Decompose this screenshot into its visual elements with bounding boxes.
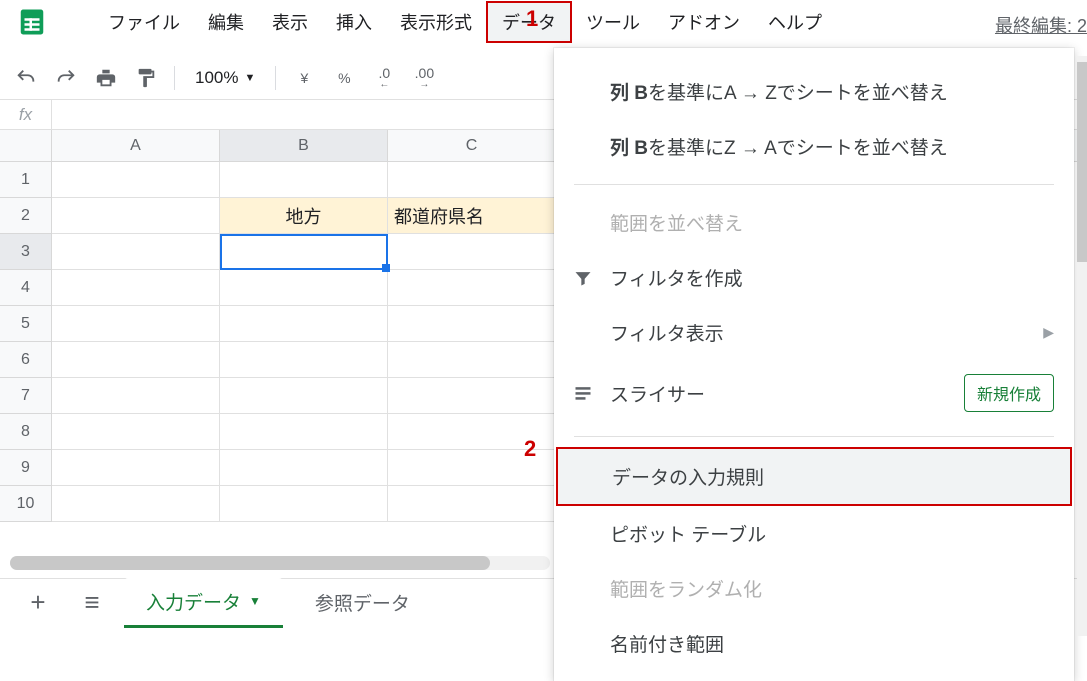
- cell-c2[interactable]: 都道府県名: [388, 198, 556, 234]
- cell-b4[interactable]: [220, 270, 388, 306]
- row-header-7[interactable]: 7: [0, 378, 51, 414]
- cell-b10[interactable]: [220, 486, 388, 522]
- increase-decimal-button[interactable]: .00→: [406, 60, 442, 96]
- annotation-1: 1: [526, 6, 538, 32]
- new-badge: 新規作成: [964, 374, 1054, 412]
- cell-a7[interactable]: [52, 378, 220, 414]
- row-header-10[interactable]: 10: [0, 486, 51, 522]
- row-header-3[interactable]: 3: [0, 234, 51, 270]
- cell-c7[interactable]: [388, 378, 556, 414]
- cell-a10[interactable]: [52, 486, 220, 522]
- menu-pivot-table[interactable]: ピボット テーブル: [554, 506, 1074, 561]
- col-header-c[interactable]: C: [388, 130, 556, 161]
- cell-a1[interactable]: [52, 162, 220, 198]
- annotation-2: 2: [524, 436, 536, 462]
- cell-b5[interactable]: [220, 306, 388, 342]
- menu-sort-range: 範囲を並べ替え: [554, 195, 1074, 250]
- cell-a8[interactable]: [52, 414, 220, 450]
- decrease-decimal-button[interactable]: .0←: [366, 60, 402, 96]
- cell-c10[interactable]: [388, 486, 556, 522]
- add-sheet-button[interactable]: +: [16, 581, 60, 625]
- cell-c5[interactable]: [388, 306, 556, 342]
- cell-c6[interactable]: [388, 342, 556, 378]
- tab-dropdown-icon[interactable]: ▼: [249, 594, 261, 608]
- filter-icon: [572, 267, 594, 289]
- menu-randomize-range: 範囲をランダム化: [554, 561, 1074, 616]
- all-sheets-button[interactable]: ≡: [70, 581, 114, 625]
- row-header-9[interactable]: 9: [0, 450, 51, 486]
- menu-slicer[interactable]: スライサー 新規作成: [554, 360, 1074, 426]
- print-button[interactable]: [88, 60, 124, 96]
- row-header-6[interactable]: 6: [0, 342, 51, 378]
- zoom-dropdown[interactable]: 100%▼: [185, 68, 265, 88]
- cell-a2[interactable]: [52, 198, 220, 234]
- menu-bar: ファイル 編集 表示 挿入 表示形式 データ ツール アドオン ヘルプ: [94, 1, 836, 43]
- undo-button[interactable]: [8, 60, 44, 96]
- cell-b7[interactable]: [220, 378, 388, 414]
- dropdown-scrollbar[interactable]: [1077, 56, 1087, 636]
- data-menu-dropdown: 列 B を基準にA → Zでシートを並べ替え 列 B を基準にZ → Aでシート…: [554, 48, 1074, 681]
- submenu-arrow-icon: ▶: [1043, 324, 1054, 341]
- paint-format-button[interactable]: [128, 60, 164, 96]
- menu-sort-az[interactable]: 列 B を基準にA → Zでシートを並べ替え: [554, 64, 1074, 119]
- row-header-5[interactable]: 5: [0, 306, 51, 342]
- selection-handle[interactable]: [382, 264, 390, 272]
- menu-insert[interactable]: 挿入: [322, 3, 386, 41]
- slicer-icon: [572, 382, 594, 404]
- fx-label: fx: [0, 100, 52, 129]
- menu-named-ranges[interactable]: 名前付き範囲: [554, 616, 1074, 671]
- cell-a9[interactable]: [52, 450, 220, 486]
- currency-button[interactable]: ¥: [286, 60, 322, 96]
- cell-b1[interactable]: [220, 162, 388, 198]
- row-header-1[interactable]: 1: [0, 162, 51, 198]
- sheet-tab-reference[interactable]: 参照データ: [293, 579, 432, 626]
- menu-tools[interactable]: ツール: [572, 3, 654, 41]
- cell-b8[interactable]: [220, 414, 388, 450]
- select-all-corner[interactable]: [0, 130, 52, 162]
- percent-button[interactable]: %: [326, 60, 362, 96]
- menu-addons[interactable]: アドオン: [654, 3, 754, 41]
- cell-a5[interactable]: [52, 306, 220, 342]
- menu-help[interactable]: ヘルプ: [754, 3, 836, 41]
- row-header-4[interactable]: 4: [0, 270, 51, 306]
- sheets-logo[interactable]: [10, 0, 54, 44]
- cell-a4[interactable]: [52, 270, 220, 306]
- menu-view[interactable]: 表示: [258, 3, 322, 41]
- last-edit-link[interactable]: 最終編集: 2: [995, 12, 1087, 38]
- menu-create-filter[interactable]: フィルタを作成: [554, 250, 1074, 305]
- cell-c3[interactable]: [388, 234, 556, 270]
- menu-file[interactable]: ファイル: [94, 3, 194, 41]
- cell-a3[interactable]: [52, 234, 220, 270]
- col-header-a[interactable]: A: [52, 130, 220, 161]
- cell-b2[interactable]: 地方: [220, 198, 388, 234]
- col-header-b[interactable]: B: [220, 130, 388, 161]
- cell-a6[interactable]: [52, 342, 220, 378]
- cell-c1[interactable]: [388, 162, 556, 198]
- menu-sort-za[interactable]: 列 B を基準にZ → Aでシートを並べ替え: [554, 119, 1074, 174]
- cell-b6[interactable]: [220, 342, 388, 378]
- cell-c4[interactable]: [388, 270, 556, 306]
- cell-b3[interactable]: [220, 234, 388, 270]
- row-header-2[interactable]: 2: [0, 198, 51, 234]
- menu-edit[interactable]: 編集: [194, 3, 258, 41]
- menu-filter-view[interactable]: フィルタ表示▶: [554, 305, 1074, 360]
- menu-format[interactable]: 表示形式: [386, 3, 486, 41]
- sheet-tab-active[interactable]: 入力データ▼: [124, 578, 283, 628]
- cell-b9[interactable]: [220, 450, 388, 486]
- menu-data-validation[interactable]: データの入力規則: [556, 447, 1072, 506]
- redo-button[interactable]: [48, 60, 84, 96]
- horizontal-scrollbar[interactable]: [10, 556, 550, 570]
- row-header-8[interactable]: 8: [0, 414, 51, 450]
